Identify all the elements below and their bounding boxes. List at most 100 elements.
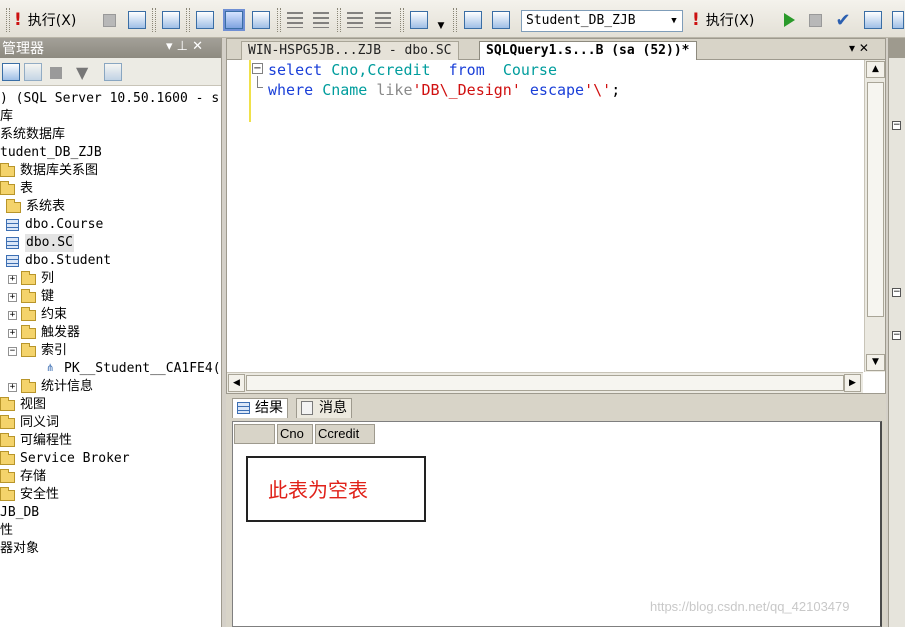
results-grid[interactable]: Cno Ccredit 此表为空表 bbox=[232, 421, 882, 627]
cancel-button[interactable] bbox=[806, 9, 824, 31]
tab-sqlquery1[interactable]: SQLQuery1.s...B (sa (52))* bbox=[479, 41, 697, 60]
results-to-grid-button[interactable] bbox=[222, 9, 246, 31]
collapse-icon[interactable]: − bbox=[252, 63, 263, 74]
tree-node[interactable]: − 索引 bbox=[8, 342, 67, 360]
tab-controls[interactable]: ▾ ✕ bbox=[849, 41, 869, 55]
tree-node[interactable]: dbo.Course bbox=[6, 216, 103, 234]
collapse-icon[interactable]: − bbox=[892, 121, 901, 130]
tree-node-label: 触发器 bbox=[41, 325, 81, 340]
column-header-ccredit[interactable]: Ccredit bbox=[315, 424, 375, 444]
tree-node[interactable]: + 触发器 bbox=[8, 324, 80, 342]
expand-icon[interactable]: + bbox=[8, 310, 17, 320]
disconnect-icon[interactable] bbox=[24, 63, 42, 81]
tree-node[interactable]: Service Broker bbox=[0, 450, 130, 468]
execute-button[interactable]: ! 执行(X) bbox=[14, 9, 76, 31]
decrease-indent-button[interactable] bbox=[345, 9, 365, 31]
tree-node-label: 安全性 bbox=[20, 487, 60, 502]
increase-indent-button[interactable] bbox=[373, 9, 393, 31]
activity-monitor-button[interactable] bbox=[490, 9, 512, 31]
toolbar-separator bbox=[152, 8, 156, 32]
specify-values-button[interactable] bbox=[408, 9, 430, 31]
side-panel-title-bar bbox=[889, 38, 905, 58]
play-icon bbox=[783, 13, 795, 27]
tree-node[interactable]: JB_DB bbox=[0, 504, 39, 522]
collapse-icon[interactable]: − bbox=[8, 346, 17, 356]
tree-node[interactable]: ) (SQL Server 10.50.1600 - s bbox=[0, 90, 219, 108]
tree-node[interactable]: 可编程性 bbox=[0, 432, 72, 450]
scroll-thumb[interactable] bbox=[246, 375, 844, 391]
folder-icon bbox=[0, 414, 15, 429]
tree-node[interactable]: + 列 bbox=[8, 270, 54, 288]
tab-results[interactable]: 结果 bbox=[232, 398, 288, 418]
tab-messages[interactable]: 消息 bbox=[296, 398, 352, 418]
horizontal-scrollbar[interactable]: ◀ ▶ bbox=[227, 372, 863, 393]
cancel-query-button[interactable] bbox=[100, 9, 118, 31]
scroll-thumb[interactable] bbox=[867, 82, 884, 317]
vertical-scrollbar[interactable]: ▲ ▼ bbox=[864, 60, 885, 372]
tree-node[interactable]: 同义词 bbox=[0, 414, 59, 432]
tree-node[interactable]: 系统表 bbox=[6, 198, 65, 216]
tree-node[interactable]: 系统数据库 bbox=[0, 126, 65, 144]
collapse-icon[interactable]: − bbox=[892, 288, 901, 297]
tab-dbo-sc[interactable]: WIN-HSPG5JB...ZJB - dbo.SC bbox=[241, 41, 459, 60]
more-icon bbox=[891, 11, 904, 29]
expand-icon[interactable]: + bbox=[8, 382, 17, 392]
scroll-left-icon[interactable]: ◀ bbox=[228, 374, 245, 392]
tree-node[interactable]: 数据库关系图 bbox=[0, 162, 98, 180]
include-plan-button[interactable] bbox=[194, 9, 216, 31]
tree-node[interactable]: dbo.Student bbox=[6, 252, 111, 270]
tree-node[interactable]: tudent_DB_ZJB bbox=[0, 144, 102, 162]
refresh-icon[interactable] bbox=[104, 63, 122, 81]
connect-icon[interactable] bbox=[2, 63, 20, 81]
parse-check-button[interactable]: ✔ bbox=[832, 9, 854, 31]
tree-node[interactable]: dbo.SC bbox=[6, 234, 74, 252]
object-explorer-button[interactable] bbox=[462, 9, 484, 31]
uncomment-icon bbox=[313, 12, 329, 28]
tree-node[interactable]: + 统计信息 bbox=[8, 378, 93, 396]
display-plan-button[interactable] bbox=[862, 9, 884, 31]
tree-node[interactable]: 视图 bbox=[0, 396, 46, 414]
tree-node[interactable]: 表 bbox=[0, 180, 33, 198]
tree-node[interactable]: + 约束 bbox=[8, 306, 67, 324]
execute-button-2[interactable]: ! 执行(X) bbox=[692, 9, 754, 31]
uncomment-button[interactable] bbox=[311, 9, 331, 31]
tree-node[interactable]: 性 bbox=[0, 522, 13, 540]
toolbar-overflow-button[interactable]: ▼ bbox=[434, 20, 448, 32]
tree-node[interactable]: + 键 bbox=[8, 288, 54, 306]
comment-button[interactable] bbox=[285, 9, 305, 31]
expand-icon[interactable]: + bbox=[8, 328, 17, 338]
expand-icon[interactable]: + bbox=[8, 292, 17, 302]
query-options-button[interactable] bbox=[160, 9, 182, 31]
scroll-right-icon[interactable]: ▶ bbox=[844, 374, 861, 392]
results-to-file-button[interactable] bbox=[250, 9, 272, 31]
tree-node-label: 数据库关系图 bbox=[20, 163, 99, 178]
results-grid-icon bbox=[223, 9, 245, 31]
code-area[interactable]: − select Cno,Ccredit from Course where C… bbox=[227, 60, 863, 372]
scroll-up-icon[interactable]: ▲ bbox=[866, 61, 885, 78]
comment-icon bbox=[287, 12, 303, 28]
debug-button[interactable] bbox=[780, 9, 798, 31]
folder-icon bbox=[0, 396, 15, 411]
tree-node-label: JB_DB bbox=[0, 505, 40, 520]
tree-node[interactable]: 安全性 bbox=[0, 486, 59, 504]
expand-icon[interactable]: + bbox=[8, 274, 17, 284]
parse-button[interactable] bbox=[126, 9, 148, 31]
toolbar-more-button[interactable] bbox=[890, 9, 905, 31]
tree-node-label: PK__Student__CA1FE4( bbox=[64, 361, 221, 376]
toolbar-separator bbox=[6, 8, 10, 32]
tree-node[interactable]: 存储 bbox=[0, 468, 46, 486]
tree-node[interactable]: 器对象 bbox=[0, 540, 39, 558]
available-databases-dropdown[interactable]: Student_DB_ZJB ▼ bbox=[521, 10, 683, 32]
plan-icon bbox=[864, 11, 882, 29]
punctuation: ; bbox=[611, 81, 621, 99]
filter-icon[interactable]: ▼ bbox=[76, 63, 94, 82]
toolbar-separator bbox=[400, 8, 404, 32]
scroll-down-icon[interactable]: ▼ bbox=[866, 354, 885, 371]
tree-node[interactable]: ⋔ PK__Student__CA1FE4( bbox=[46, 360, 221, 378]
stop-icon[interactable] bbox=[50, 67, 62, 79]
folder-icon bbox=[6, 198, 21, 213]
panel-controls[interactable]: ▾ ⊥ ✕ bbox=[166, 39, 203, 54]
collapse-icon[interactable]: − bbox=[892, 331, 901, 340]
column-header-cno[interactable]: Cno bbox=[277, 424, 313, 444]
tree-node[interactable]: 库 bbox=[0, 108, 13, 126]
